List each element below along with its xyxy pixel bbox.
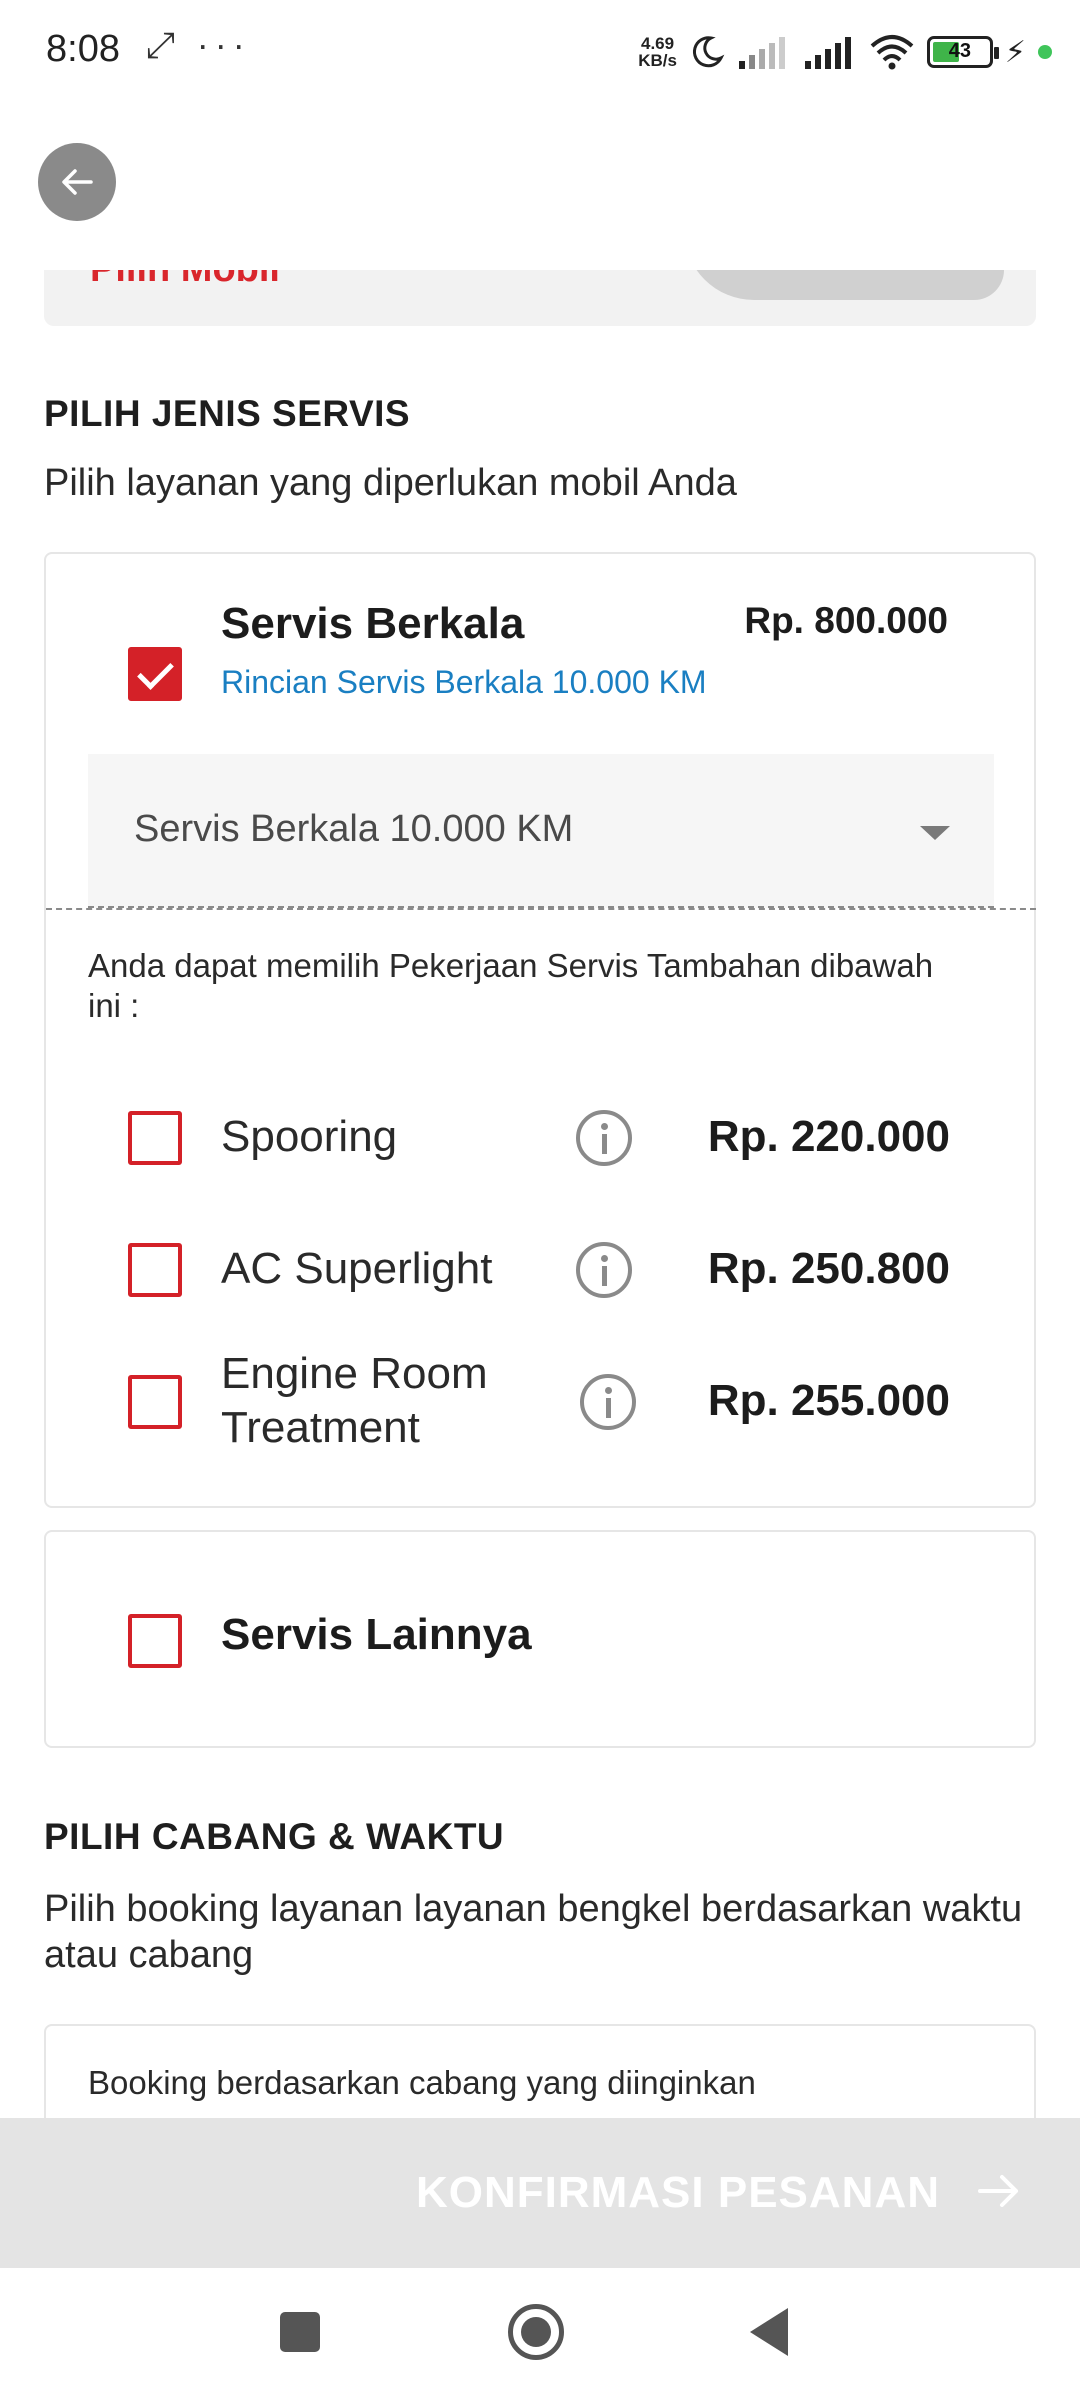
periodic-km-select[interactable]: Servis Berkala 10.000 KM [88, 754, 994, 908]
system-nav-bar [0, 2268, 1080, 2400]
network-speed: 4.69 KB/s [638, 35, 677, 69]
arrow-right-icon [978, 2175, 1018, 2207]
confirm-order-label: KONFIRMASI PESANAN [415, 2168, 940, 2217]
periodic-service-details-link[interactable]: Rincian Servis Berkala 10.000 KM [221, 662, 741, 702]
arrow-left-icon [62, 169, 93, 195]
periodic-service-checkbox[interactable] [128, 647, 182, 701]
periodic-service-card: Servis Berkala Rp. 800.000 Rincian Servi… [44, 552, 1036, 1508]
addon-checkbox-ac-superlight[interactable] [128, 1243, 182, 1297]
info-icon[interactable] [576, 1242, 632, 1298]
periodic-service-name: Servis Berkala [221, 599, 525, 648]
back-triangle-icon[interactable] [750, 2308, 788, 2356]
booking-by-branch-label: Booking berdasarkan cabang yang diingink… [88, 2064, 756, 2101]
wifi-icon [870, 35, 914, 70]
moon-icon [692, 36, 725, 68]
network-speed-value: 4.69 [641, 34, 675, 53]
caret-down-icon [920, 826, 950, 840]
branch-time-subtitle: Pilih booking layanan layanan bengkel be… [44, 1888, 1023, 1976]
battery-level: 43 [948, 40, 972, 62]
booking-by-branch-option[interactable]: Booking berdasarkan cabang yang diingink… [44, 2024, 1036, 2124]
recent-apps-icon[interactable] [280, 2312, 320, 2352]
battery-icon: 43 [926, 36, 999, 68]
other-service-name: Servis Lainnya [221, 1610, 532, 1659]
other-service-card[interactable]: Servis Lainnya [44, 1530, 1036, 1748]
privacy-dot-icon [1038, 45, 1052, 59]
addon-label: Spooring [221, 1112, 398, 1161]
signal-2-icon [804, 37, 851, 69]
status-bar: 8:08 ⤢ ··· 4.69 KB/s 43 ⚡ [0, 0, 1080, 100]
service-type-title: PILIH JENIS SERVIS [44, 393, 411, 434]
car-card[interactable]: Pilih Mobil [44, 270, 1036, 326]
confirm-order-button[interactable]: KONFIRMASI PESANAN [0, 2118, 1080, 2268]
addon-label: Engine Room Treatment [221, 1349, 488, 1452]
addon-label: AC Superlight [221, 1244, 493, 1293]
screen: 8:08 ⤢ ··· 4.69 KB/s 43 ⚡ PILIH JENIS SE… [0, 0, 1080, 2400]
service-type-subtitle: Pilih layanan yang diperlukan mobil Anda [44, 462, 737, 504]
addon-price: Rp. 220.000 [707, 1112, 950, 1161]
addon-row[interactable]: AC Superlight Rp. 250.800 [46, 1206, 1036, 1326]
back-button[interactable] [38, 143, 116, 221]
status-extra-icons: ⤢ ··· [146, 24, 251, 65]
status-time: 8:08 [46, 28, 120, 70]
other-service-checkbox[interactable] [128, 1614, 182, 1668]
choose-car-link[interactable]: Pilih Mobil [90, 270, 280, 291]
addon-row[interactable]: Engine Room Treatment Rp. 255.000 [46, 1338, 1036, 1458]
addon-checkbox-engine-room[interactable] [128, 1375, 182, 1429]
periodic-km-select-value: Servis Berkala 10.000 KM [134, 808, 574, 850]
addon-checkbox-spooring[interactable] [128, 1111, 182, 1165]
branch-time-title: PILIH CABANG & WAKTU [44, 1816, 505, 1857]
periodic-service-price: Rp. 800.000 [744, 600, 948, 641]
car-image [684, 270, 1004, 300]
network-speed-unit: KB/s [638, 51, 677, 70]
addons-note: Anda dapat memilih Pekerjaan Servis Tamb… [88, 947, 934, 1024]
home-icon[interactable] [508, 2304, 564, 2360]
addon-price: Rp. 255.000 [707, 1376, 950, 1425]
addon-price: Rp. 250.800 [707, 1244, 950, 1293]
addon-row[interactable]: Spooring Rp. 220.000 [46, 1074, 1036, 1194]
info-icon[interactable] [580, 1374, 636, 1430]
divider [46, 908, 1036, 910]
info-icon[interactable] [576, 1110, 632, 1166]
bolt-icon: ⚡ [1004, 35, 1026, 69]
status-icons: 4.69 KB/s 43 ⚡ [638, 30, 1052, 74]
signal-1-icon [738, 37, 785, 69]
